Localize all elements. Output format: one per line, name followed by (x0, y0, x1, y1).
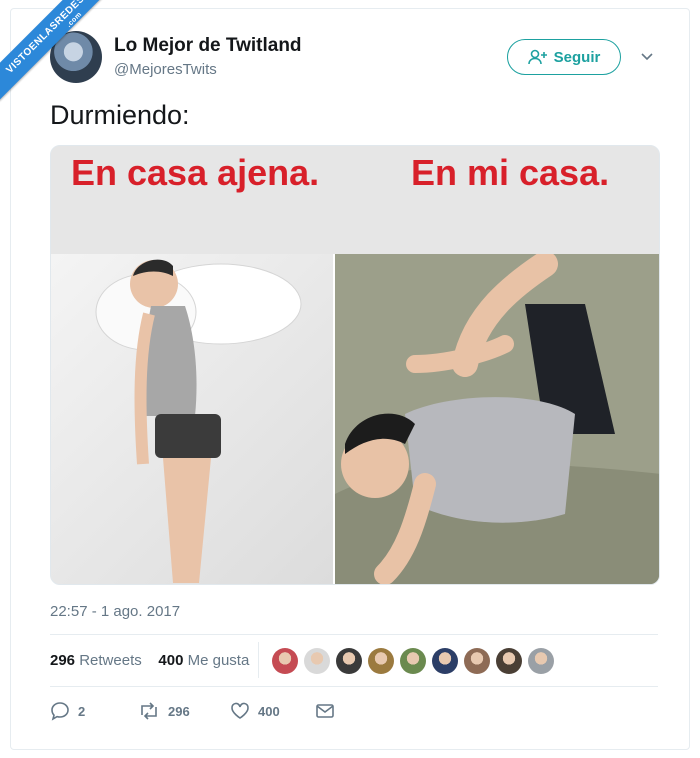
liker-avatar[interactable] (528, 648, 554, 674)
sleeping-on-sofa-illustration (335, 251, 659, 584)
likes-count: 400 (158, 652, 184, 669)
engagement-stats: 296 Retweets 400 Me gusta (50, 652, 249, 669)
chevron-down-icon[interactable] (640, 50, 654, 64)
retweet-action[interactable]: 296 (138, 701, 230, 721)
liker-avatar[interactable] (368, 648, 394, 674)
retweets-label: Retweets (79, 652, 142, 669)
retweets-count: 296 (50, 652, 76, 669)
retweet-icon (141, 702, 157, 720)
divider (50, 686, 658, 687)
retweets-stat[interactable]: 296 Retweets (50, 652, 142, 669)
action-bar: 2 296 400 (50, 700, 334, 722)
photo-left-panel (51, 254, 333, 584)
liker-avatar[interactable] (496, 648, 522, 674)
follow-button[interactable]: Seguir (507, 39, 621, 75)
liker-avatar[interactable] (336, 648, 362, 674)
retweet-count: 296 (168, 703, 190, 719)
follow-label: Seguir (553, 48, 601, 66)
liker-avatar[interactable] (432, 648, 458, 674)
like-action[interactable]: 400 (230, 702, 316, 720)
divider (50, 634, 658, 635)
tweet-photo[interactable]: En casa ajena. En mi casa. (50, 145, 660, 585)
stats-divider (258, 642, 259, 678)
reply-icon (51, 702, 69, 721)
likes-label: Me gusta (187, 652, 250, 669)
heart-icon (231, 702, 249, 719)
liker-avatar[interactable] (272, 648, 298, 674)
envelope-icon (316, 704, 334, 718)
tweet-timestamp[interactable]: 22:57 - 1 ago. 2017 (50, 603, 180, 620)
reply-action[interactable]: 2 (50, 701, 138, 721)
liker-avatar[interactable] (304, 648, 330, 674)
author-handle[interactable]: @MejoresTwits (114, 61, 217, 78)
photo-right-panel (335, 251, 659, 584)
likes-stat[interactable]: 400 Me gusta (158, 652, 249, 669)
like-count: 400 (258, 703, 280, 719)
liker-avatar[interactable] (400, 648, 426, 674)
liker-avatars (272, 648, 554, 674)
caption-left: En casa ajena. (71, 152, 320, 193)
add-user-icon (527, 49, 547, 65)
tweet-text: Durmiendo: (50, 100, 190, 130)
dm-action[interactable] (316, 704, 334, 718)
sleeping-on-bed-illustration (95, 259, 302, 583)
caption-right: En mi casa. (411, 152, 610, 193)
author-name[interactable]: Lo Mejor de Twitland (114, 35, 302, 57)
reply-count: 2 (78, 703, 86, 719)
liker-avatar[interactable] (464, 648, 490, 674)
